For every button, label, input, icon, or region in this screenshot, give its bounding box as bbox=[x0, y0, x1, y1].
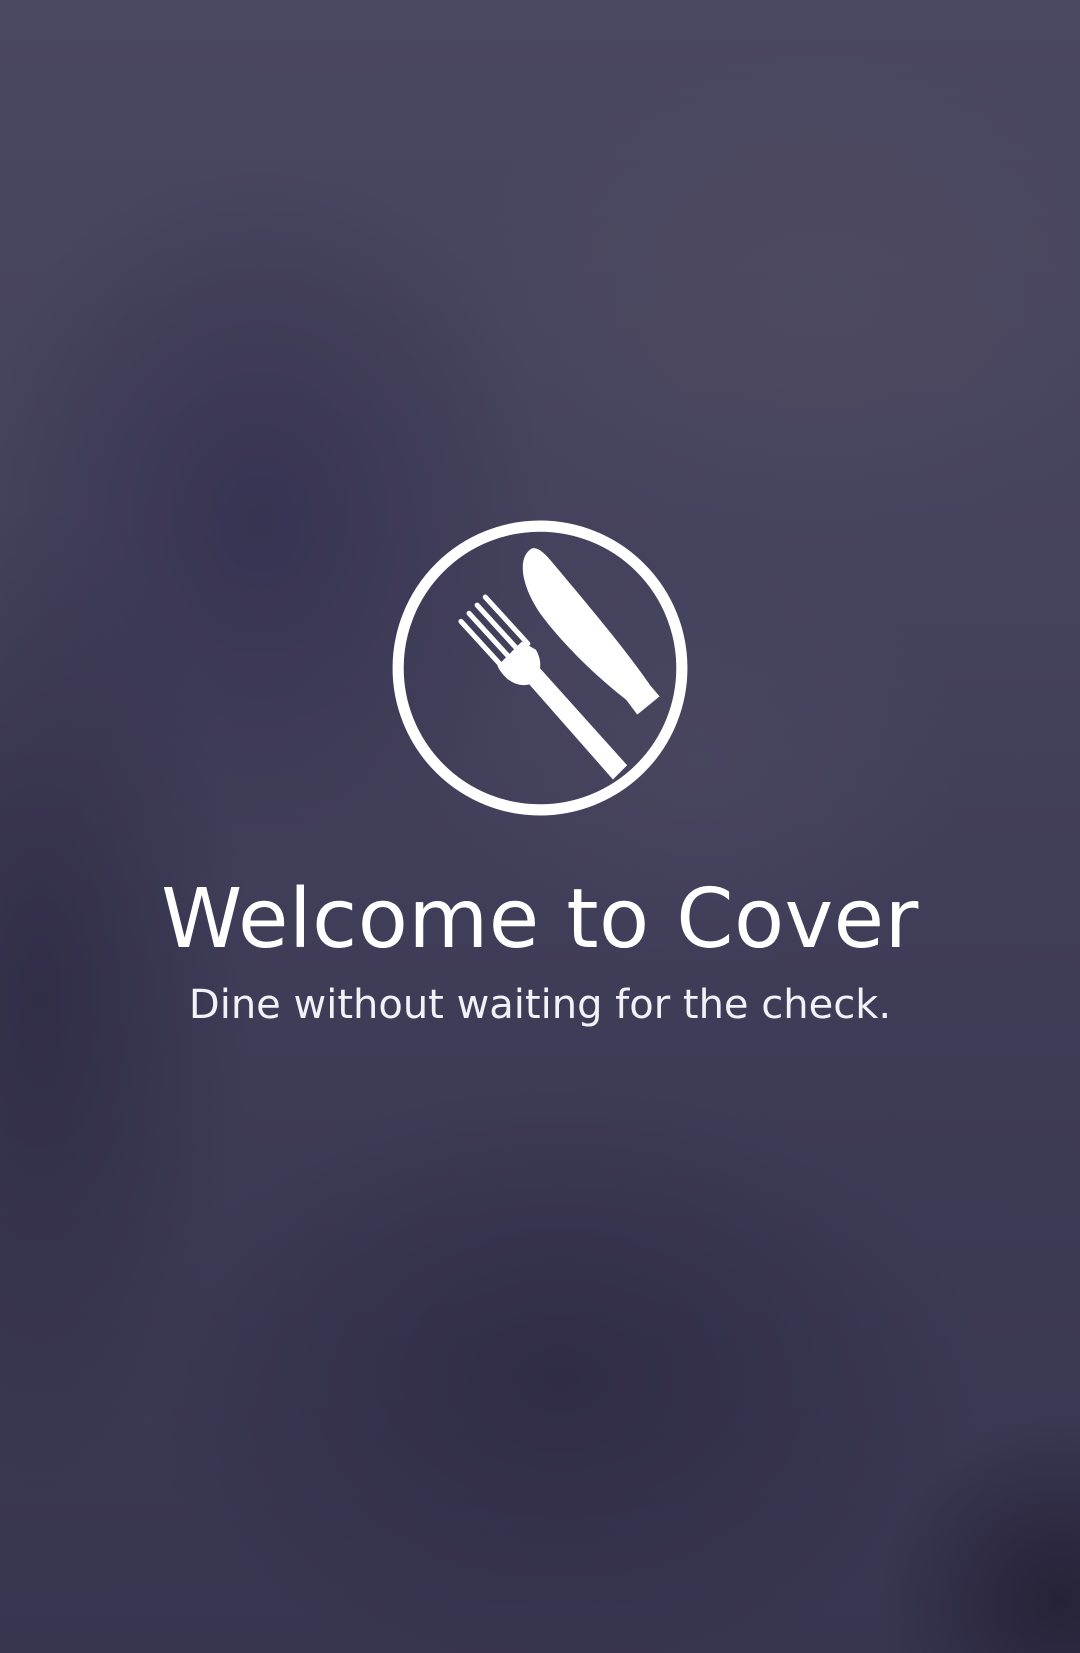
welcome-content: Welcome to Cover Dine without waiting fo… bbox=[0, 0, 1080, 1653]
fork-knife-plate-icon bbox=[388, 516, 692, 820]
welcome-subtitle: Dine without waiting for the check. bbox=[188, 982, 892, 1028]
welcome-screen: Welcome to Cover Dine without waiting fo… bbox=[0, 0, 1080, 1653]
welcome-title: Welcome to Cover bbox=[161, 872, 919, 967]
